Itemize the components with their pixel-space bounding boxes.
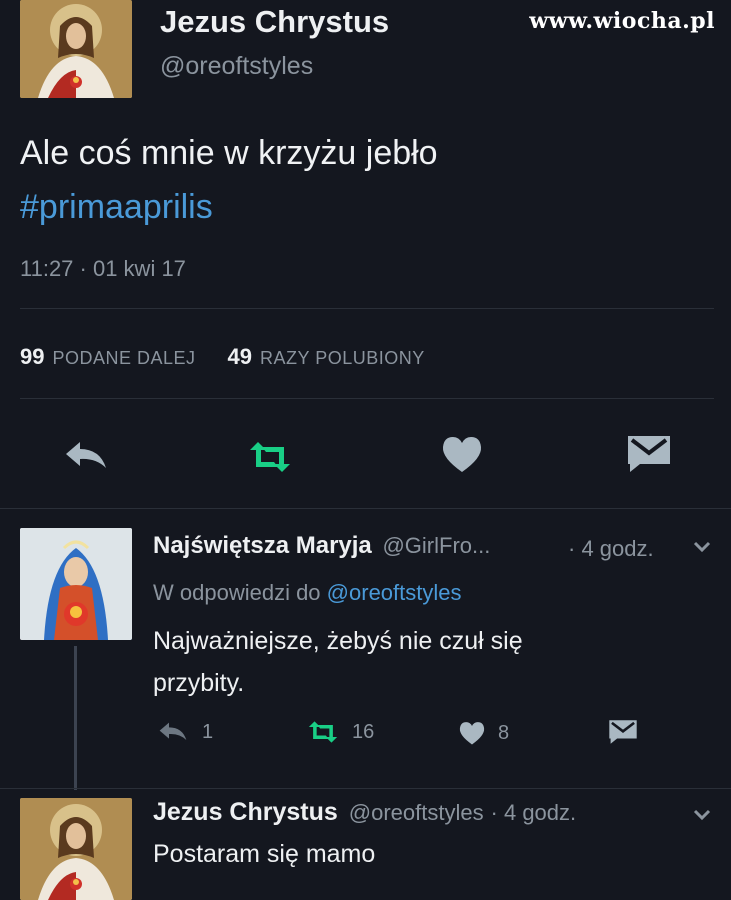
author-name[interactable]: Jezus Chrystus [160,4,389,40]
reply-icon [62,438,110,474]
author-name[interactable]: Jezus Chrystus [153,798,338,826]
avatar[interactable] [20,0,132,98]
reply-header: Jezus Chrystus @oreoftstyles · 4 godz. [153,798,576,827]
reply-text-line: przybity. [153,669,245,697]
envelope-icon [626,434,672,474]
reply-to-line: W odpowiedzi do @oreoftstyles [153,580,462,606]
reply-icon [156,720,190,744]
author-handle[interactable]: @GirlFro... [382,533,490,558]
watermark-text: www.wiocha.pl [529,8,715,34]
chevron-down-icon [692,541,712,558]
author-handle[interactable]: @oreoftstyles [160,52,313,81]
chevron-down-icon [692,809,712,826]
avatar[interactable] [20,528,132,640]
retweet-button[interactable]: 16 [306,720,374,744]
retweet-icon [306,720,340,744]
heart-icon [440,434,484,474]
reply-text: Najważniejsze, żebyś nie czuł się przybi… [153,620,523,704]
reply-time[interactable]: · 4 godz. [568,536,654,562]
tweet-timestamp[interactable]: 11:27 · 01 kwi 17 [20,256,186,282]
reply-to-handle[interactable]: @oreoftstyles [327,580,462,605]
retweet-button[interactable] [246,440,294,474]
divider [0,788,731,789]
avatar[interactable] [20,798,132,900]
divider [20,308,714,309]
reply-text-line: Najważniejsze, żebyś nie czuł się [153,627,523,655]
divider [20,398,714,399]
author-name[interactable]: Najświętsza Maryja [153,532,372,559]
retweet-icon [246,440,294,474]
like-button[interactable] [440,434,484,474]
engagement-stats: 99 PODANE DALEJ 49 RAZY POLUBIONY [20,344,425,370]
reply-header: Najświętsza Maryja @GirlFro... [153,532,490,560]
retweet-count: 16 [352,720,375,743]
like-button[interactable]: 8 [458,720,509,746]
reply-button[interactable]: 1 [156,720,213,744]
thread-line [74,646,77,790]
likes-count[interactable]: 49 [228,344,252,370]
like-count: 8 [498,721,510,744]
reply-count: 1 [202,720,214,743]
hashtag-link[interactable]: #primaaprilis [20,188,213,227]
more-options[interactable] [692,540,712,559]
reply-time[interactable]: · 4 godz. [491,800,577,825]
retweets-count[interactable]: 99 [20,344,44,370]
dm-button[interactable] [608,718,638,746]
tweet-text: Ale coś mnie w krzyżu jebło [20,134,438,172]
heart-icon [458,720,486,746]
reply-text: Postaram się mamo [153,840,376,868]
dm-button[interactable] [626,434,672,474]
divider [0,508,731,509]
retweets-label[interactable]: PODANE DALEJ [52,348,195,369]
more-options[interactable] [692,808,712,827]
reply-button[interactable] [62,438,110,474]
envelope-icon [608,718,638,746]
likes-label[interactable]: RAZY POLUBIONY [260,348,425,369]
reply-to-prefix: W odpowiedzi do [153,580,321,605]
author-handle[interactable]: @oreoftstyles [349,800,484,825]
